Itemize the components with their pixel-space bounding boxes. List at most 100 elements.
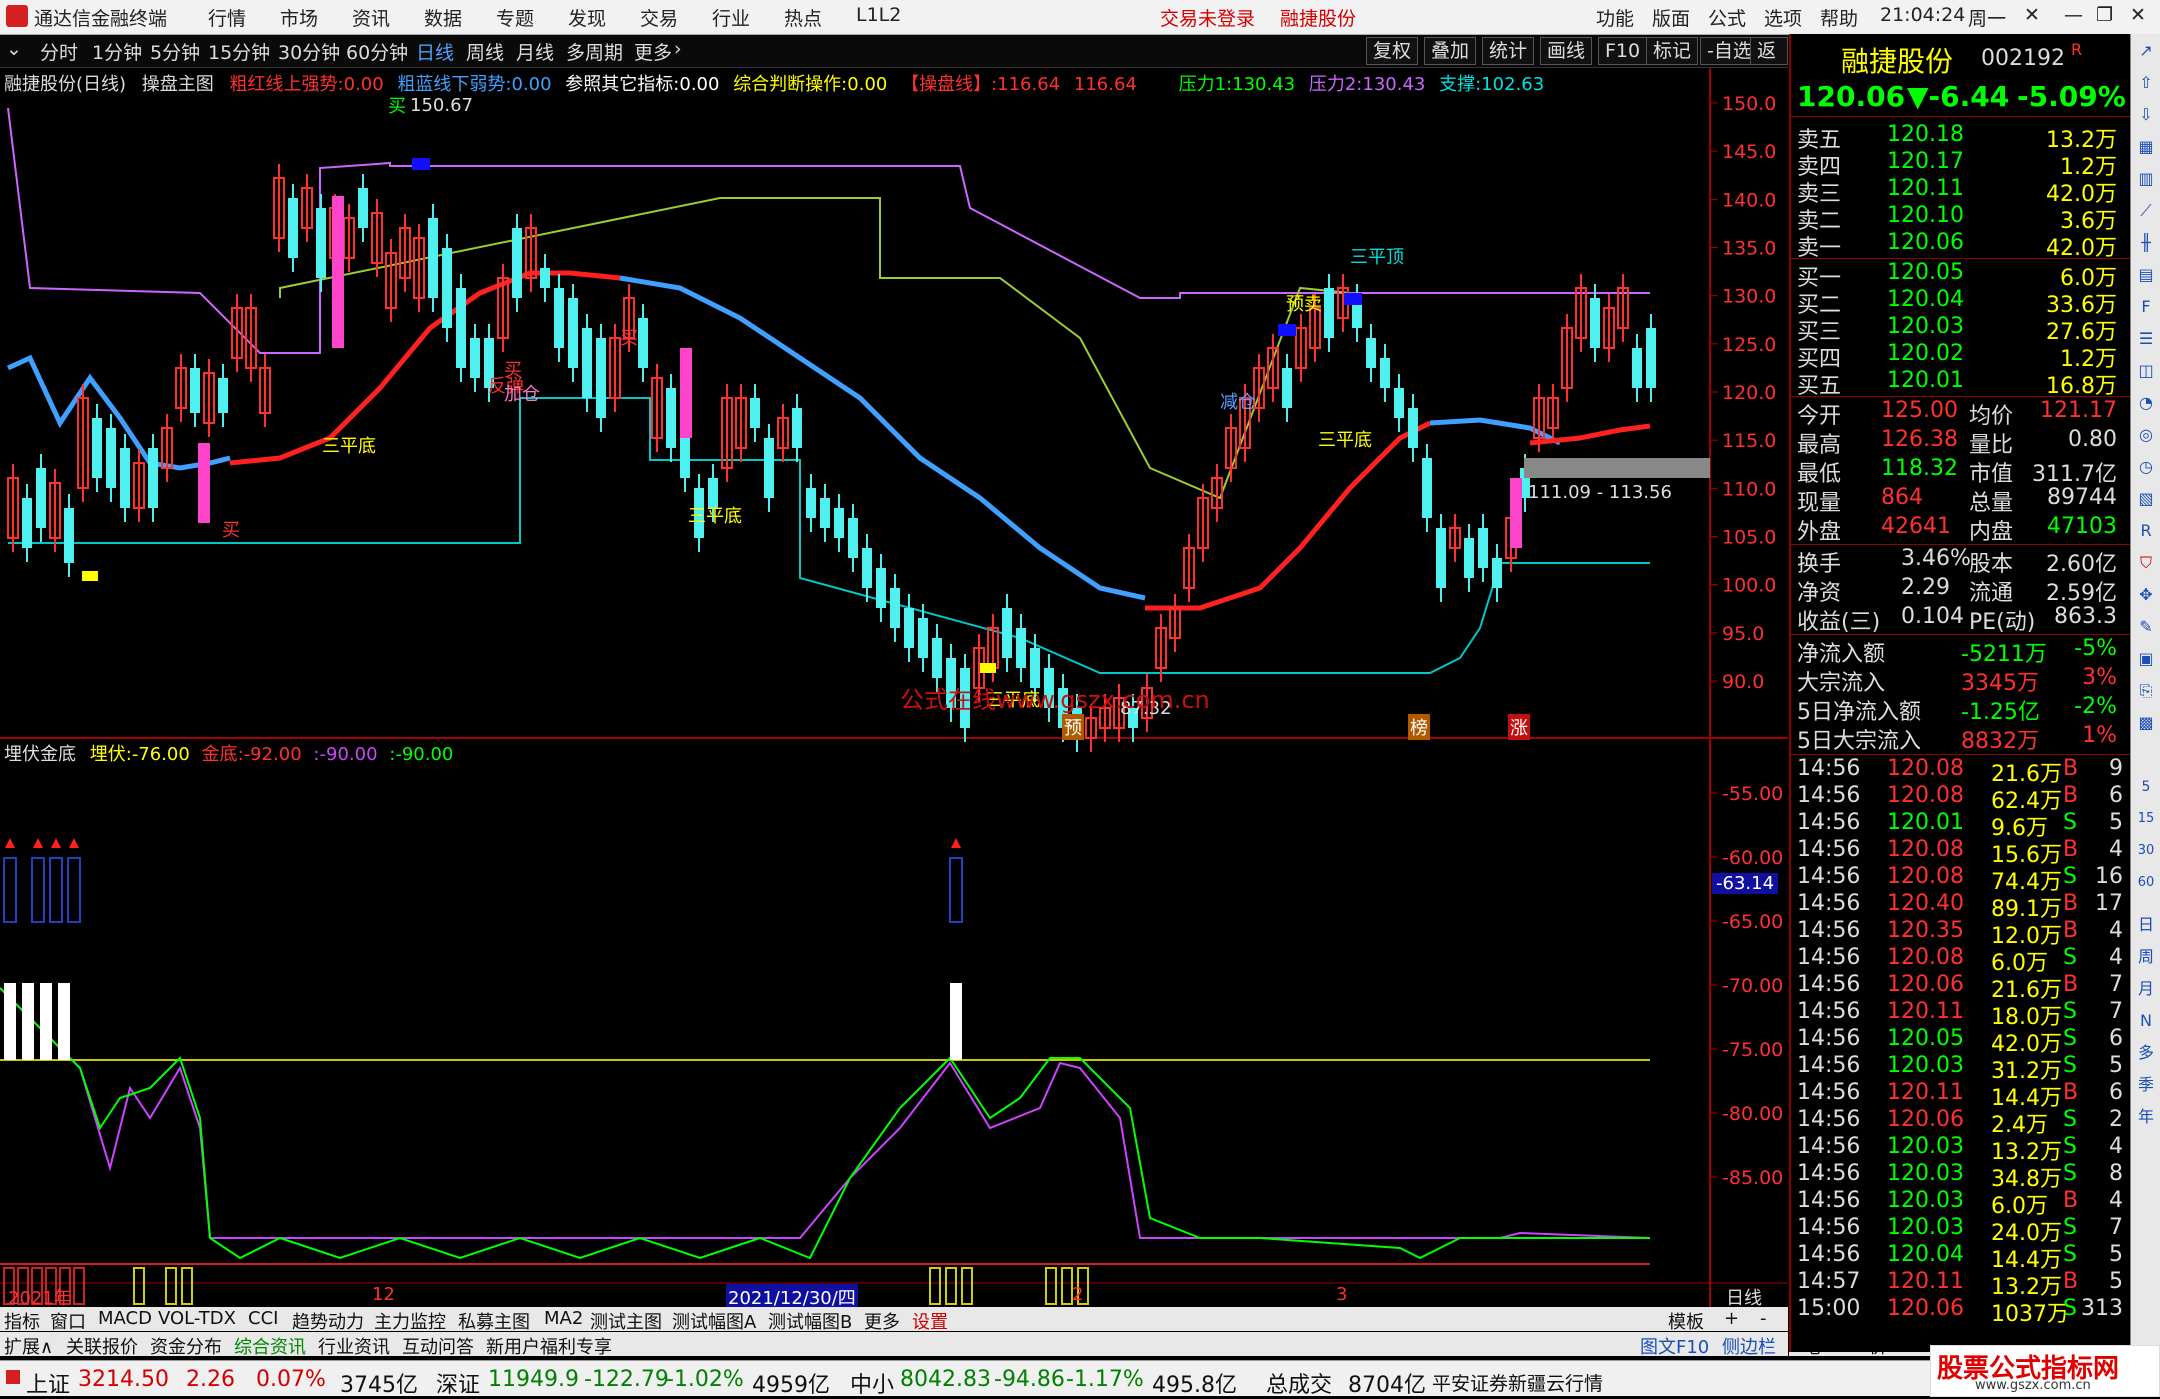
sh-label[interactable]: 上证 <box>26 1367 70 1399</box>
bid-row[interactable]: 买二 120.04 33.6万 <box>1791 287 2131 318</box>
menu-xuanxiang[interactable]: 选项 <box>1764 4 1802 31</box>
f10-icon[interactable]: F <box>2135 296 2157 318</box>
menu-bangzhu[interactable]: 帮助 <box>1820 4 1858 31</box>
close-window-icon[interactable]: ✕ <box>2130 4 2146 26</box>
shield-icon[interactable]: ⛉ <box>2135 552 2157 574</box>
side-label-30[interactable]: 30 <box>2135 840 2157 862</box>
tab-macd[interactable]: MACD <box>98 1308 152 1329</box>
side-period-month[interactable]: 月 <box>2135 978 2157 1000</box>
tab-ma2[interactable]: MA2 <box>544 1308 583 1329</box>
tab-chuangkou[interactable]: 窗口 <box>50 1308 86 1334</box>
tab-ceshi-a[interactable]: 测试幅图A <box>672 1308 756 1334</box>
side-period-day[interactable]: 日 <box>2135 914 2157 936</box>
menu-zixun[interactable]: 资讯 <box>352 4 390 31</box>
ask-row[interactable]: 卖二 120.10 3.6万 <box>1791 203 2131 234</box>
flow-row[interactable]: 净流入额 -5211万 -5% <box>1791 636 2131 667</box>
side-period-n[interactable]: N <box>2135 1010 2157 1032</box>
close-icon[interactable]: ✕ <box>2024 4 2040 26</box>
tick-row[interactable]: 14:56 120.03 13.2万 S 4 <box>1791 1134 2131 1165</box>
expand-icon[interactable]: ↗ <box>2135 40 2157 62</box>
calc-icon[interactable]: ▩ <box>2135 712 2157 734</box>
period-fenshi[interactable]: 分时 <box>40 38 78 65</box>
up-arrow-icon[interactable]: ⇧ <box>2135 72 2157 94</box>
tab-plus[interactable]: + <box>1724 1308 1739 1329</box>
tick-row[interactable]: 14:56 120.08 6.0万 S 4 <box>1791 945 2131 976</box>
bid-row[interactable]: 买四 120.02 1.2万 <box>1791 341 2131 372</box>
rsi-icon[interactable]: R <box>2135 520 2157 542</box>
main-indicator-name[interactable]: 操盘主图 <box>142 74 214 95</box>
ask-row[interactable]: 卖一 120.06 42.0万 <box>1791 230 2131 261</box>
pen-icon[interactable]: ✎ <box>2135 616 2157 638</box>
down-arrow-icon[interactable]: ⇩ <box>2135 104 2157 126</box>
tab-kuozhan[interactable]: 扩展∧ <box>4 1333 53 1359</box>
chevron-right-icon[interactable]: › <box>674 38 682 60</box>
menu-gongshi[interactable]: 公式 <box>1708 4 1746 31</box>
stat-row[interactable]: 最高 126.38 量比 0.80 <box>1791 427 2131 458</box>
zx-label[interactable]: 中小 <box>850 1367 894 1399</box>
tick-row[interactable]: 14:56 120.08 15.6万 B 4 <box>1791 837 2131 868</box>
tab-ceshi-main[interactable]: 测试主图 <box>590 1308 662 1334</box>
bid-row[interactable]: 买一 120.05 6.0万 <box>1791 260 2131 291</box>
period-15min[interactable]: 15分钟 <box>208 38 270 65</box>
side-label-5[interactable]: 5 <box>2135 776 2157 798</box>
tab-vol-tdx[interactable]: VOL-TDX <box>158 1308 236 1329</box>
tick-row[interactable]: 14:56 120.03 6.0万 B 4 <box>1791 1188 2131 1219</box>
stat-row[interactable]: 换手 3.46% 股本 2.60亿 <box>1791 546 2131 577</box>
chart-small-icon[interactable]: ▧ <box>2135 488 2157 510</box>
menu-hangye[interactable]: 行业 <box>712 4 750 31</box>
tab-gengduo[interactable]: 更多 <box>864 1308 900 1334</box>
tick-row[interactable]: 14:56 120.05 42.0万 S 6 <box>1791 1026 2131 1057</box>
period-30min[interactable]: 30分钟 <box>278 38 340 65</box>
tab-zijin[interactable]: 资金分布 <box>150 1333 222 1359</box>
stat-row[interactable]: 最低 118.32 市值 311.7亿 <box>1791 456 2131 487</box>
btn-tongji[interactable]: 统计 <box>1482 37 1535 65</box>
period-60min[interactable]: 60分钟 <box>346 38 408 65</box>
restore-icon[interactable]: ❐ <box>2096 4 2113 26</box>
tick-row[interactable]: 14:57 120.11 13.2万 B 5 <box>1791 1269 2131 1300</box>
menu-shuju[interactable]: 数据 <box>424 4 462 31</box>
stat-row[interactable]: 净资 2.29 流通 2.59亿 <box>1791 575 2131 606</box>
tab-xinyonghu[interactable]: 新用户福利专享 <box>486 1333 612 1359</box>
tick-row[interactable]: 14:56 120.03 24.0万 S 7 <box>1791 1215 2131 1246</box>
candle-icon[interactable]: ╫ <box>2135 232 2157 254</box>
tab-simu[interactable]: 私募主图 <box>458 1308 530 1334</box>
tick-row[interactable]: 14:56 120.01 9.6万 S 5 <box>1791 810 2131 841</box>
menu-banmian[interactable]: 版面 <box>1652 4 1690 31</box>
menu-zhuanti[interactable]: 专题 <box>496 4 534 31</box>
side-period-week[interactable]: 周 <box>2135 946 2157 968</box>
share-icon[interactable]: ⎘ <box>2135 680 2157 702</box>
tick-row[interactable]: 14:56 120.35 12.0万 B 4 <box>1791 918 2131 949</box>
stat-row[interactable]: 收益(三) 0.104 PE(动) 863.3 <box>1791 604 2131 635</box>
sz-label[interactable]: 深证 <box>436 1367 480 1399</box>
tab-tuwen-f10[interactable]: 图文F10 <box>1640 1333 1709 1359</box>
menu-shichang[interactable]: 市场 <box>280 4 318 31</box>
side-period-multi[interactable]: 多 <box>2135 1042 2157 1064</box>
btn-biaoji[interactable]: 标记 <box>1646 37 1699 65</box>
side-label-15[interactable]: 15 <box>2135 808 2157 830</box>
period-multi[interactable]: 多周期 <box>566 38 623 65</box>
tick-row[interactable]: 14:56 120.06 2.4万 S 2 <box>1791 1107 2131 1138</box>
period-weekly[interactable]: 周线 <box>466 38 504 65</box>
sub-indicator-name[interactable]: 埋伏金底 <box>4 744 76 765</box>
tab-hudong[interactable]: 互动问答 <box>402 1333 474 1359</box>
ask-row[interactable]: 卖三 120.11 42.0万 <box>1791 176 2131 207</box>
table-icon[interactable]: ▤ <box>2135 264 2157 286</box>
period-monthly[interactable]: 月线 <box>516 38 554 65</box>
flow-row[interactable]: 大宗流入 3345万 3% <box>1791 665 2131 696</box>
period-5min[interactable]: 5分钟 <box>150 38 200 65</box>
tick-row[interactable]: 14:56 120.04 14.4万 S 5 <box>1791 1242 2131 1273</box>
grid-icon[interactable]: ▦ <box>2135 136 2157 158</box>
period-1min[interactable]: 1分钟 <box>92 38 142 65</box>
tab-zhuli[interactable]: 主力监控 <box>374 1308 446 1334</box>
menu-faxian[interactable]: 发现 <box>568 4 606 31</box>
btn-fuquan[interactable]: 复权 <box>1366 37 1419 65</box>
btn-f10[interactable]: F10 <box>1598 37 1648 65</box>
line-chart-icon[interactable]: ⟋ <box>2135 200 2157 222</box>
tab-zonghe[interactable]: 综合资讯 <box>234 1333 306 1359</box>
flow-row[interactable]: 5日大宗流入 8832万 1% <box>1791 723 2131 754</box>
tick-row[interactable]: 14:56 120.03 34.8万 S 8 <box>1791 1161 2131 1192</box>
tab-hangye[interactable]: 行业资讯 <box>318 1333 390 1359</box>
stat-row[interactable]: 现量 864 总量 89744 <box>1791 485 2131 516</box>
period-daily[interactable]: 日线 <box>416 38 454 65</box>
tab-qushi[interactable]: 趋势动力 <box>292 1308 364 1334</box>
